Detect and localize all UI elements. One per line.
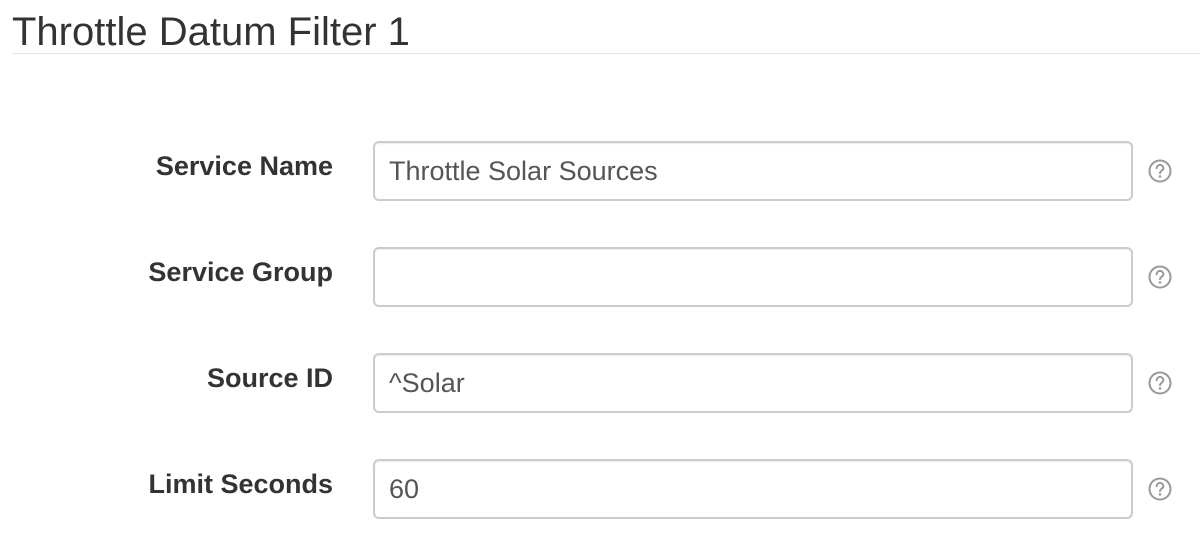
question-circle-icon[interactable] bbox=[1148, 265, 1172, 289]
title-divider bbox=[12, 53, 1200, 54]
limit-seconds-row: Limit Seconds bbox=[0, 459, 1200, 519]
service-group-input[interactable] bbox=[373, 247, 1133, 307]
question-circle-icon[interactable] bbox=[1148, 477, 1172, 501]
source-id-row: Source ID bbox=[0, 353, 1200, 413]
service-name-label: Service Name bbox=[155, 151, 333, 181]
service-name-input[interactable] bbox=[373, 141, 1133, 201]
source-id-input[interactable] bbox=[373, 353, 1133, 413]
limit-seconds-input[interactable] bbox=[373, 459, 1133, 519]
source-id-label: Source ID bbox=[206, 363, 333, 393]
service-group-row: Service Group bbox=[0, 247, 1200, 307]
question-circle-icon[interactable] bbox=[1148, 159, 1172, 183]
page-title: Throttle Datum Filter 1 bbox=[12, 10, 410, 54]
service-group-label: Service Group bbox=[148, 257, 333, 287]
limit-seconds-label: Limit Seconds bbox=[148, 469, 333, 499]
question-circle-icon[interactable] bbox=[1148, 371, 1172, 395]
service-name-row: Service Name bbox=[0, 141, 1200, 201]
